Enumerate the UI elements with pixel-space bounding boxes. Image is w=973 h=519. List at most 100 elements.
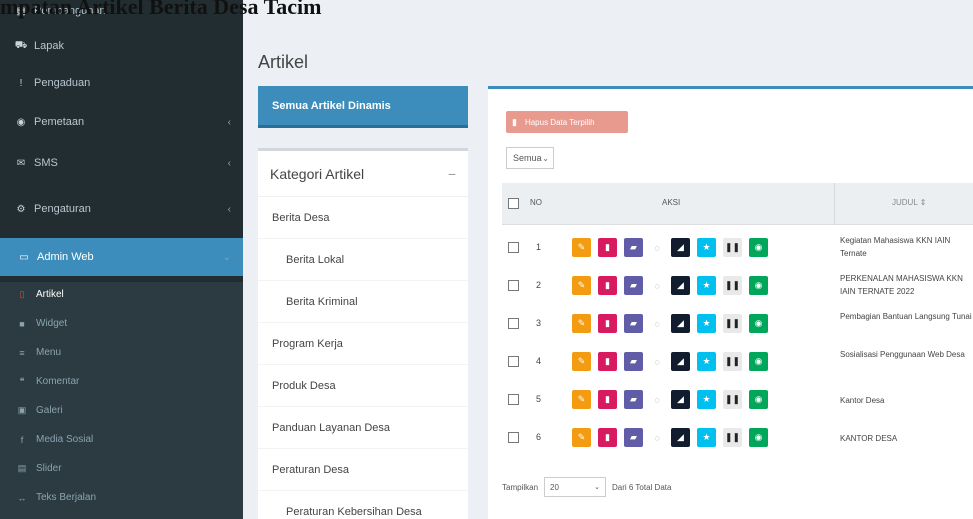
category-item[interactable]: Program Kerja [258,323,468,365]
sidebar-item-pemetaan[interactable]: ◉ Pemetaan ‹ [0,103,243,141]
row-title[interactable]: Kantor Desa [840,394,973,407]
gears-icon: ⚙ [16,203,26,215]
pause-button[interactable]: ❚❚ [723,238,742,257]
category-button[interactable]: ▰ [624,428,643,447]
category-item[interactable]: Panduan Layanan Desa [258,407,468,449]
page-title: Artikel [258,52,309,72]
comment-button[interactable]: ◌ [650,352,664,371]
row-checkbox[interactable] [508,356,519,367]
category-button[interactable]: ▰ [624,276,643,295]
chevron-left-icon: ‹ [227,157,231,169]
row-title[interactable]: Sosialisasi Penggunaan Web Desa [840,348,973,361]
sidebar-subitem-slider[interactable]: ▤ Slider [0,457,243,480]
comment-button[interactable]: ◌ [650,238,664,257]
category-item[interactable]: Peraturan Kebersihan Desa [258,491,468,519]
row-title[interactable]: KANTOR DESA [840,432,973,445]
row-title[interactable]: Pembagian Bantuan Langsung Tunai [840,310,973,323]
view-button[interactable]: ◉ [749,390,768,409]
sidebar-subitem-komentar[interactable]: ❝ Komentar [0,370,243,393]
highlight-button[interactable]: ★ [697,428,716,447]
delete-button[interactable]: ▮ [598,276,617,295]
delete-button[interactable]: ▮ [598,314,617,333]
pause-icon: ❚❚ [724,394,741,404]
pause-button[interactable]: ❚❚ [723,390,742,409]
unlock-icon: ◢ [677,280,684,290]
select-all-checkbox[interactable] [508,198,519,209]
page-length-select[interactable]: 20 ⌄ [544,477,607,497]
toggle-button[interactable]: ◢ [671,428,690,447]
row-checkbox[interactable] [508,394,519,405]
sidebar-item-label: Admin Web [37,251,94,263]
row-checkbox[interactable] [508,432,519,443]
category-item[interactable]: Berita Kriminal [258,281,468,323]
category-button[interactable]: ▰ [624,352,643,371]
delete-button[interactable]: ▮ [598,428,617,447]
sidebar-item-admin-web[interactable]: ▭ Admin Web ⌄ [0,238,243,276]
pause-button[interactable]: ❚❚ [723,352,742,371]
sidebar-subitem-menu[interactable]: ≡ Menu [0,341,243,364]
edit-button[interactable]: ✎ [572,314,591,333]
sidebar-item-pengaturan[interactable]: ⚙ Pengaturan ‹ [0,190,243,228]
pause-button[interactable]: ❚❚ [723,428,742,447]
sidebar-subitem-media-sosial[interactable]: f Media Sosial [0,428,243,451]
pause-button[interactable]: ❚❚ [723,314,742,333]
edit-button[interactable]: ✎ [572,352,591,371]
edit-button[interactable]: ✎ [572,390,591,409]
highlight-button[interactable]: ★ [697,238,716,257]
highlight-button[interactable]: ★ [697,314,716,333]
unlock-icon: ◢ [677,394,684,404]
sidebar-item-pengaduan[interactable]: ! Pengaduan [0,64,243,102]
view-button[interactable]: ◉ [749,314,768,333]
category-button[interactable]: ▰ [624,390,643,409]
view-button[interactable]: ◉ [749,276,768,295]
toggle-button[interactable]: ◢ [671,238,690,257]
category-item[interactable]: Produk Desa [258,365,468,407]
category-item[interactable]: Berita Lokal [258,239,468,281]
comment-icon: ◌ [654,242,660,253]
comment-button[interactable]: ◌ [650,314,664,333]
pause-button[interactable]: ❚❚ [723,276,742,295]
sidebar-item-lapak[interactable]: ⛟ Lapak [0,27,243,65]
row-title[interactable]: PERKENALAN MAHASISWA KKN IAIN TERNATE 20… [840,272,973,298]
row-checkbox[interactable] [508,242,519,253]
comment-button[interactable]: ◌ [650,428,664,447]
comment-icon: ◌ [654,280,660,291]
row-checkbox[interactable] [508,280,519,291]
delete-button[interactable]: ▮ [598,390,617,409]
view-button[interactable]: ◉ [749,238,768,257]
view-button[interactable]: ◉ [749,428,768,447]
row-title[interactable]: Kegiatan Mahasiswa KKN IAIN Ternate [840,234,973,260]
highlight-button[interactable]: ★ [697,352,716,371]
sidebar-subitem-galeri[interactable]: ▣ Galeri [0,399,243,422]
sidebar-subitem-teks-berjalan[interactable]: ↔ Teks Berjalan [0,486,243,509]
highlight-button[interactable]: ★ [697,390,716,409]
delete-button[interactable]: ▮ [598,238,617,257]
toggle-button[interactable]: ◢ [671,314,690,333]
category-button[interactable]: ▰ [624,314,643,333]
all-dynamic-articles-button[interactable]: Semua Artikel Dinamis [258,86,468,128]
collapse-icon[interactable]: − [448,166,456,182]
sidebar-subitem-widget[interactable]: ■ Widget [0,312,243,335]
highlight-button[interactable]: ★ [697,276,716,295]
view-button[interactable]: ◉ [749,352,768,371]
row-checkbox[interactable] [508,318,519,329]
edit-button[interactable]: ✎ [572,276,591,295]
toggle-button[interactable]: ◢ [671,390,690,409]
comment-button[interactable]: ◌ [650,390,664,409]
delete-button[interactable]: ▮ [598,352,617,371]
edit-button[interactable]: ✎ [572,238,591,257]
sidebar-item-sms[interactable]: ✉ SMS ‹ [0,144,243,182]
category-item[interactable]: Berita Desa [258,197,468,239]
folder-icon: ▰ [630,318,637,328]
pause-icon: ❚❚ [724,242,741,252]
category-item[interactable]: Peraturan Desa [258,449,468,491]
edit-button[interactable]: ✎ [572,428,591,447]
sidebar-subitem-artikel[interactable]: ▯ Artikel [0,283,243,306]
toggle-button[interactable]: ◢ [671,276,690,295]
comment-button[interactable]: ◌ [650,276,664,295]
status-filter-select[interactable]: Semua ⌄ [506,147,554,169]
category-button[interactable]: ▰ [624,238,643,257]
column-header-judul[interactable]: JUDUL ⇕ [892,198,926,207]
toggle-button[interactable]: ◢ [671,352,690,371]
delete-selected-button[interactable]: ▮ Hapus Data Terpilih [506,111,628,133]
